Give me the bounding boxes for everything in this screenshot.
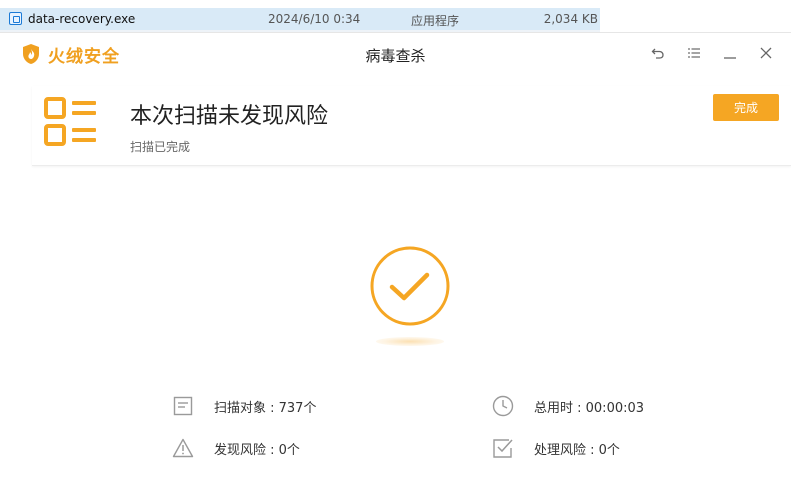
done-button[interactable]: 完成 (713, 94, 779, 121)
explorer-file-row[interactable]: data-recovery.exe 2024/6/10 0:34 应用程序 2,… (0, 8, 600, 30)
check-shadow (376, 337, 444, 346)
stat-risks-found-label: 发现风险 : 0个 (214, 442, 300, 458)
file-date: 2024/6/10 0:34 (268, 12, 361, 26)
virus-scan-window: 火绒安全 病毒查杀 本次扫描未发现风险 扫描已完成 完成 扫描对象: 737个… (0, 33, 791, 495)
menu-button[interactable] (685, 44, 703, 62)
clock-icon (492, 395, 514, 417)
file-size: 2,034 KB (543, 12, 598, 26)
stat-duration: 总用时 : 00:00:03 (492, 395, 644, 417)
stat-risks-handled: 处理风险 : 0个 (492, 437, 620, 459)
back-icon (651, 48, 664, 59)
close-icon (760, 47, 772, 59)
titlebar: 火绒安全 病毒查杀 (0, 33, 791, 75)
document-icon (172, 395, 194, 417)
stat-duration-label: 总用时 : 00:00:03 (534, 400, 645, 416)
file-name: data-recovery.exe (28, 12, 136, 26)
checkbox-icon (492, 437, 514, 459)
scan-summary: 本次扫描未发现风险 扫描已完成 完成 (32, 86, 791, 166)
file-type: 应用程序 (411, 14, 460, 28)
menu-icon (688, 48, 700, 58)
stat-scanned-label: 扫描对象 : 737个 (214, 400, 317, 416)
exe-file-icon (9, 12, 22, 25)
stat-risks-found: 发现风险 : 0个 (172, 437, 300, 459)
stat-scanned: 扫描对象 : 737个 (172, 395, 316, 417)
success-check-icon (370, 246, 450, 326)
warning-icon (172, 437, 194, 459)
minimize-icon (724, 57, 736, 59)
back-button[interactable] (649, 44, 667, 62)
summary-subtitle: 扫描已完成 (130, 140, 191, 154)
summary-title: 本次扫描未发现风险 (130, 104, 329, 129)
stat-risks-handled-label: 处理风险 : 0个 (534, 442, 620, 458)
window-controls (649, 44, 775, 62)
close-button[interactable] (757, 44, 775, 62)
minimize-button[interactable] (721, 44, 739, 62)
report-list-icon (44, 97, 96, 146)
